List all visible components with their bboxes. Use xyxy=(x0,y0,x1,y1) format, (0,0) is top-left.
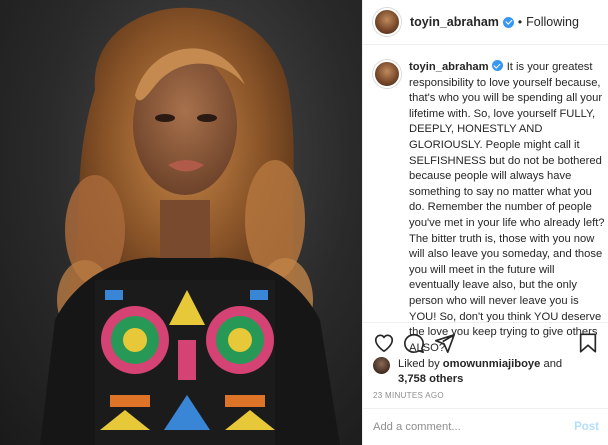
likes-connector: and xyxy=(540,358,563,370)
heart-icon[interactable] xyxy=(373,332,395,354)
author-username[interactable]: toyin_abraham xyxy=(410,15,499,29)
likes-others-link[interactable]: 3,758 others xyxy=(398,373,463,385)
author-avatar[interactable] xyxy=(373,8,401,36)
verified-badge-icon xyxy=(491,60,503,71)
liker-username[interactable]: omowunmiajiboye xyxy=(443,358,541,370)
comment-bar: Post xyxy=(363,408,608,445)
post-comment-button[interactable]: Post xyxy=(574,421,599,433)
post-timestamp[interactable]: 23 MINUTES AGO xyxy=(373,391,444,400)
bookmark-icon[interactable] xyxy=(577,332,599,354)
action-bar xyxy=(363,322,608,362)
caption-author-avatar[interactable] xyxy=(373,60,401,88)
post-photo[interactable] xyxy=(0,0,362,445)
likes-prefix: Liked by xyxy=(398,358,443,370)
post-header: toyin_abraham • Following xyxy=(363,0,608,45)
liker-avatar[interactable] xyxy=(373,357,390,374)
verified-badge-icon xyxy=(502,16,514,28)
separator-dot: • xyxy=(517,15,523,29)
caption-text-block: toyin_abraham It is your greatest respon… xyxy=(409,60,605,354)
likes-text: Liked by omowunmiajiboye and 3,758 other… xyxy=(398,357,562,387)
caption-username[interactable]: toyin_abraham xyxy=(409,61,489,73)
comment-icon[interactable] xyxy=(403,332,425,354)
following-button[interactable]: Following xyxy=(526,15,579,29)
comment-input[interactable] xyxy=(373,421,575,433)
likes-summary: Liked by omowunmiajiboye and 3,758 other… xyxy=(373,357,603,387)
post-side-panel: toyin_abraham • Following toyin_abraham … xyxy=(362,0,608,445)
caption-body: It is your greatest responsibility to lo… xyxy=(409,61,605,354)
share-icon[interactable] xyxy=(434,332,456,354)
portrait-illustration xyxy=(40,7,340,445)
post-caption: toyin_abraham It is your greatest respon… xyxy=(373,60,607,354)
